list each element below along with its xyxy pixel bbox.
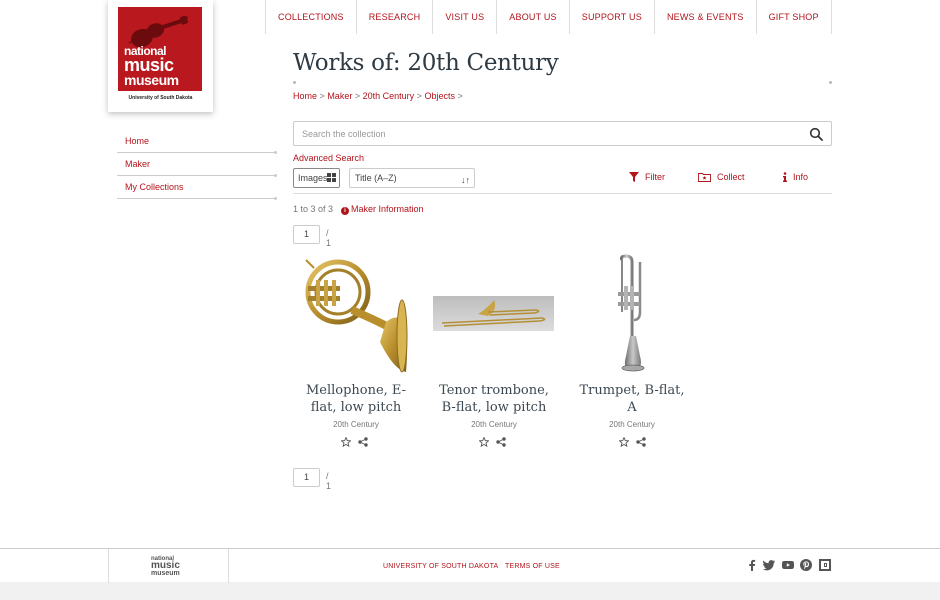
logo-word-museum: museum — [124, 72, 179, 88]
other-social-icon[interactable] — [819, 559, 831, 571]
page-total: / 1 — [326, 228, 332, 248]
collect-label: Collect — [717, 172, 745, 182]
filter-button[interactable]: Filter — [629, 172, 665, 182]
info-button[interactable]: Info — [782, 172, 808, 182]
share-icon[interactable] — [496, 437, 506, 447]
info-circle-icon: i — [341, 207, 349, 215]
star-icon[interactable] — [619, 437, 629, 447]
object-title[interactable]: Mellophone, E- flat, low pitch — [294, 382, 418, 416]
footer-logo[interactable]: national music museum — [108, 549, 229, 583]
footer-logo-museum: museum — [151, 570, 180, 577]
page: national music museum University of Sout… — [0, 0, 940, 548]
advanced-search-link[interactable]: Advanced Search — [293, 153, 364, 163]
pager-top: 1 / 1 — [293, 225, 331, 248]
trumpet-image — [618, 254, 645, 372]
breadcrumb-sep: > — [457, 91, 463, 101]
top-nav: COLLECTIONS RESEARCH VISIT US ABOUT US S… — [265, 0, 832, 34]
folder-star-icon — [698, 173, 711, 182]
view-images-button[interactable]: Images — [293, 168, 340, 188]
sidenav-home[interactable]: Home — [117, 130, 277, 154]
youtube-icon[interactable] — [782, 559, 794, 571]
breadcrumb-maker[interactable]: Maker — [327, 91, 352, 101]
object-title-line: B-flat, low pitch — [441, 400, 547, 415]
search-input[interactable] — [294, 122, 784, 145]
search-icon[interactable] — [809, 127, 823, 141]
star-icon[interactable] — [479, 437, 489, 447]
object-title-line: Mellophone, E- — [305, 383, 407, 398]
filter-icon — [629, 172, 639, 182]
star-icon[interactable] — [341, 437, 351, 447]
sort-az-icon: ↓↑ — [461, 175, 470, 185]
page-input[interactable]: 1 — [293, 468, 320, 487]
info-label: Info — [793, 172, 809, 182]
object-card[interactable]: Trumpet, B-flat, A 20th Century — [570, 252, 694, 447]
footer-link-usd[interactable]: UNIVERSITY OF SOUTH DAKOTA — [383, 563, 498, 570]
share-icon[interactable] — [358, 437, 368, 447]
object-actions — [432, 437, 556, 447]
object-thumbnail[interactable] — [294, 252, 418, 376]
grid-icon — [327, 173, 336, 182]
results-toolbar: Images Title (A–Z) ↓↑ Filter Collect Inf… — [293, 168, 832, 194]
logo-subtitle: University of South Dakota — [128, 95, 193, 101]
footer-link-terms[interactable]: TERMS OF USE — [505, 563, 560, 570]
sidenav-my-collections[interactable]: My Collections — [117, 176, 277, 200]
object-title-line: A — [627, 400, 637, 415]
object-card[interactable]: Tenor trombone, B-flat, low pitch 20th C… — [432, 252, 556, 447]
page-input[interactable]: 1 — [293, 225, 320, 244]
nav-research[interactable]: RESEARCH — [355, 0, 433, 34]
object-thumbnail[interactable] — [432, 252, 556, 376]
object-title-line: flat, low pitch — [310, 400, 402, 415]
breadcrumb: Home > Maker > 20th Century > Objects > — [293, 91, 463, 101]
images-label: Images — [298, 173, 328, 183]
breadcrumb-objects[interactable]: Objects — [424, 91, 455, 101]
mellophone-image — [305, 259, 408, 373]
object-title[interactable]: Tenor trombone, B-flat, low pitch — [432, 382, 556, 416]
sidenav-maker[interactable]: Maker — [117, 153, 277, 177]
info-icon — [783, 172, 787, 182]
nav-news-events[interactable]: NEWS & EVENTS — [653, 0, 756, 34]
object-thumbnail[interactable] — [570, 252, 694, 376]
breadcrumb-sep: > — [354, 91, 361, 101]
nav-collections[interactable]: COLLECTIONS — [265, 0, 356, 34]
result-count: 1 to 3 of 3 — [293, 204, 334, 214]
site-footer: national music museum UNIVERSITY OF SOUT… — [0, 548, 940, 583]
side-nav: Home Maker My Collections — [117, 130, 277, 200]
breadcrumb-20th-century[interactable]: 20th Century — [363, 91, 415, 101]
share-icon[interactable] — [636, 437, 646, 447]
violin-icon — [128, 15, 189, 47]
breadcrumb-sep: > — [319, 91, 325, 101]
object-actions — [570, 437, 694, 447]
object-era: 20th Century — [609, 420, 655, 429]
object-actions — [294, 437, 418, 447]
maker-information-link[interactable]: i Maker Information — [341, 204, 424, 215]
object-era: 20th Century — [333, 420, 379, 429]
sort-select[interactable]: Title (A–Z) ↓↑ — [349, 168, 475, 188]
logo-mark: national music museum — [118, 7, 202, 91]
collect-button[interactable]: Collect — [698, 172, 745, 182]
facebook-icon[interactable] — [746, 559, 758, 571]
filter-label: Filter — [645, 172, 665, 182]
pinterest-icon[interactable] — [800, 559, 812, 571]
object-title-line: Tenor trombone, — [439, 383, 549, 398]
nav-about-us[interactable]: ABOUT US — [496, 0, 568, 34]
twitter-icon[interactable] — [763, 559, 775, 571]
nav-gift-shop[interactable]: GIFT SHOP — [755, 0, 832, 34]
nav-visit-us[interactable]: VISIT US — [432, 0, 496, 34]
page-total: / 1 — [326, 471, 332, 491]
trombone-image — [433, 296, 554, 331]
object-card[interactable]: Mellophone, E- flat, low pitch 20th Cent… — [294, 252, 418, 447]
object-era: 20th Century — [471, 420, 517, 429]
maker-info-label: Maker Information — [351, 204, 424, 214]
sort-value: Title (A–Z) — [355, 173, 397, 183]
site-logo[interactable]: national music museum University of Sout… — [108, 0, 213, 112]
page-title: Works of: 20th Century — [293, 50, 559, 76]
pager-bottom: 1 / 1 — [293, 468, 331, 491]
breadcrumb-sep: > — [416, 91, 422, 101]
nav-support-us[interactable]: SUPPORT US — [568, 0, 654, 34]
search-box — [293, 121, 832, 146]
object-title[interactable]: Trumpet, B-flat, A — [570, 382, 694, 416]
object-title-line: Trumpet, B-flat, — [579, 383, 685, 398]
breadcrumb-home[interactable]: Home — [293, 91, 317, 101]
